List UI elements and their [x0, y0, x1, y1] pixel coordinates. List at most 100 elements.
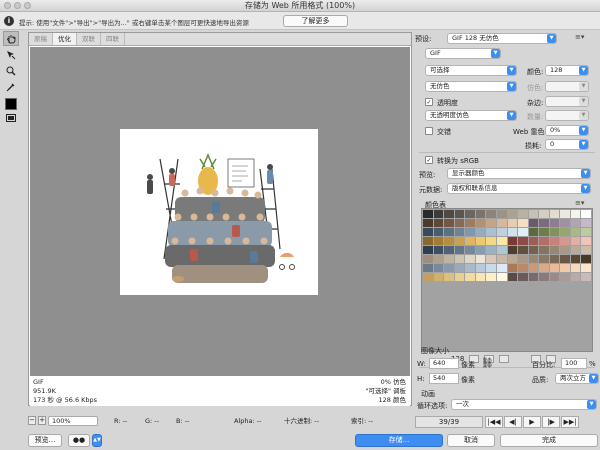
save-button[interactable]: 存储... — [355, 434, 443, 447]
next-frame-icon[interactable]: |▶ — [542, 416, 560, 428]
palette-swatch[interactable] — [475, 246, 486, 254]
color-table-menu-icon[interactable]: ≡▾ — [575, 199, 584, 207]
dither-algorithm-select[interactable]: 无仿色 ▼ — [425, 81, 517, 92]
palette-swatch[interactable] — [539, 246, 549, 254]
palette-swatch[interactable] — [423, 246, 433, 254]
minimize-window-button[interactable] — [14, 2, 21, 9]
tab-optimized[interactable]: 优化 — [53, 33, 77, 45]
done-button[interactable]: 完成 — [500, 434, 598, 447]
interlaced-checkbox[interactable] — [425, 127, 433, 135]
palette-swatch[interactable] — [496, 246, 507, 254]
zoom-icon[interactable] — [3, 63, 19, 78]
palette-swatch[interactable] — [518, 219, 528, 227]
color-table[interactable] — [421, 208, 593, 352]
palette-swatch[interactable] — [549, 273, 560, 281]
palette-swatch[interactable] — [581, 228, 591, 236]
palette-swatch[interactable] — [507, 273, 518, 281]
palette-swatch[interactable] — [454, 273, 465, 281]
palette-swatch[interactable] — [581, 237, 591, 245]
palette-swatch[interactable] — [560, 273, 570, 281]
dither-amount-select[interactable]: ▼ — [545, 81, 589, 92]
palette-swatch[interactable] — [570, 264, 581, 272]
preview-image[interactable] — [120, 129, 318, 295]
palette-swatch[interactable] — [465, 219, 475, 227]
palette-swatch[interactable] — [570, 255, 581, 263]
color-table-grid[interactable] — [422, 209, 592, 282]
palette-swatch[interactable] — [570, 210, 581, 218]
palette-swatch[interactable] — [528, 273, 539, 281]
palette-swatch[interactable] — [496, 273, 507, 281]
transparency-dither-select[interactable]: 无透明度仿色 ▼ — [425, 110, 517, 121]
close-window-button[interactable] — [4, 2, 11, 9]
palette-swatch[interactable] — [475, 264, 486, 272]
palette-swatch[interactable] — [496, 228, 507, 236]
palette-swatch[interactable] — [423, 237, 433, 245]
slice-select-icon[interactable] — [3, 47, 19, 62]
palette-swatch[interactable] — [444, 228, 454, 236]
palette-swatch[interactable] — [475, 219, 486, 227]
palette-swatch[interactable] — [518, 210, 528, 218]
palette-swatch[interactable] — [528, 246, 539, 254]
link-chain-icon[interactable]: ⛓ — [481, 359, 494, 369]
palette-swatch[interactable] — [539, 237, 549, 245]
tab-4-up[interactable]: 四联 — [101, 33, 125, 45]
palette-swatch[interactable] — [423, 273, 433, 281]
palette-swatch[interactable] — [423, 264, 433, 272]
color-reduction-select[interactable]: 可选择 ▼ — [425, 65, 517, 76]
palette-swatch[interactable] — [549, 210, 560, 218]
palette-swatch[interactable] — [486, 255, 496, 263]
percent-input[interactable]: 100 — [561, 358, 587, 369]
eyedropper-color-swatch[interactable] — [5, 98, 17, 110]
previous-frame-icon[interactable]: ◀| — [504, 416, 522, 428]
height-input[interactable]: 540 — [429, 373, 459, 384]
window-controls[interactable] — [4, 2, 31, 9]
palette-swatch[interactable] — [475, 237, 486, 245]
web-snap-select[interactable]: 0% ▼ — [545, 125, 589, 136]
palette-swatch[interactable] — [539, 210, 549, 218]
palette-swatch[interactable] — [423, 210, 433, 218]
palette-swatch[interactable] — [581, 255, 591, 263]
palette-swatch[interactable] — [465, 255, 475, 263]
preset-select[interactable]: GIF 128 无仿色 ▼ — [447, 33, 557, 44]
palette-swatch[interactable] — [486, 210, 496, 218]
palette-swatch[interactable] — [465, 264, 475, 272]
palette-swatch[interactable] — [454, 246, 465, 254]
preview-in-browser-button[interactable]: 预览... — [28, 434, 62, 447]
palette-swatch[interactable] — [496, 210, 507, 218]
palette-swatch[interactable] — [486, 237, 496, 245]
settings-menu-icon[interactable]: ≡▾ — [575, 33, 584, 41]
palette-swatch[interactable] — [570, 273, 581, 281]
zoom-out-button[interactable]: − — [28, 416, 36, 425]
palette-swatch[interactable] — [454, 255, 465, 263]
palette-swatch[interactable] — [560, 237, 570, 245]
learn-more-button[interactable]: 了解更多 — [283, 15, 348, 27]
palette-swatch[interactable] — [507, 264, 518, 272]
metadata-select[interactable]: 版权和联系信息 ▼ — [447, 183, 591, 194]
palette-swatch[interactable] — [570, 219, 581, 227]
palette-swatch[interactable] — [496, 237, 507, 245]
palette-swatch[interactable] — [570, 246, 581, 254]
palette-swatch[interactable] — [539, 219, 549, 227]
palette-swatch[interactable] — [549, 264, 560, 272]
palette-swatch[interactable] — [549, 246, 560, 254]
palette-swatch[interactable] — [539, 264, 549, 272]
palette-swatch[interactable] — [560, 246, 570, 254]
palette-swatch[interactable] — [528, 237, 539, 245]
palette-swatch[interactable] — [560, 210, 570, 218]
palette-swatch[interactable] — [454, 237, 465, 245]
width-input[interactable]: 640 — [429, 358, 459, 369]
palette-swatch[interactable] — [581, 264, 591, 272]
palette-swatch[interactable] — [560, 264, 570, 272]
palette-swatch[interactable] — [549, 237, 560, 245]
play-icon[interactable]: ▶ — [523, 416, 541, 428]
palette-swatch[interactable] — [507, 228, 518, 236]
palette-swatch[interactable] — [433, 210, 444, 218]
palette-swatch[interactable] — [528, 255, 539, 263]
palette-swatch[interactable] — [507, 237, 518, 245]
palette-swatch[interactable] — [444, 273, 454, 281]
browser-select-icon[interactable]: ●● — [68, 434, 90, 447]
palette-swatch[interactable] — [518, 228, 528, 236]
palette-swatch[interactable] — [549, 255, 560, 263]
palette-swatch[interactable] — [454, 210, 465, 218]
palette-swatch[interactable] — [433, 255, 444, 263]
